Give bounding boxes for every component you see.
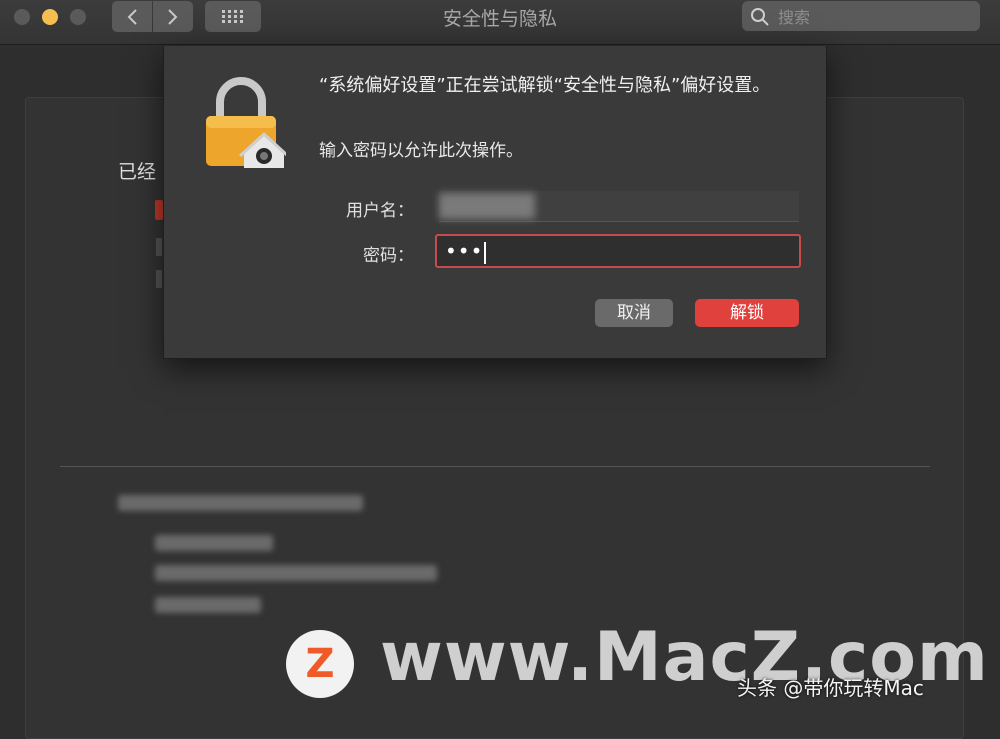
grid-icon [222, 9, 243, 23]
show-all-button[interactable] [205, 1, 261, 32]
blurred-text [155, 535, 273, 551]
lock-icon [206, 77, 286, 168]
watermark-logo-letter: Z [305, 641, 335, 687]
search-icon [751, 8, 769, 26]
blurred-username [439, 193, 535, 219]
text-caret [484, 241, 487, 264]
cancel-button[interactable]: 取消 [595, 299, 673, 327]
chevron-right-icon [168, 8, 178, 25]
zoom-window-button[interactable] [70, 9, 86, 25]
chevron-left-icon [127, 8, 137, 25]
blurred-text [155, 597, 261, 613]
title-bar: 安全性与隐私 [0, 0, 1000, 45]
minimize-window-button[interactable] [42, 9, 58, 25]
close-window-button[interactable] [14, 9, 30, 25]
password-field[interactable]: ••• [435, 234, 801, 268]
username-label: 用户名： [346, 201, 414, 221]
window-title: 安全性与隐私 [442, 8, 557, 30]
blurred-text [118, 495, 363, 511]
background-status-marker [155, 200, 163, 220]
forward-button[interactable] [153, 1, 193, 32]
password-label: 密码： [363, 246, 414, 266]
watermark-credit: 头条 @带你玩转Mac [737, 676, 924, 700]
background-option-marker [156, 270, 162, 288]
authentication-dialog: “系统偏好设置”正在尝试解锁“安全性与隐私”偏好设置。 输入密码以允许此次操作。… [163, 46, 827, 359]
background-partial-text: 已经 [118, 161, 157, 183]
search-field[interactable] [742, 1, 980, 31]
dialog-instruction: 输入密码以允许此次操作。 [319, 141, 523, 161]
watermark-logo: Z [286, 630, 354, 698]
password-dots: ••• [445, 239, 484, 263]
back-button[interactable] [112, 1, 152, 32]
search-input[interactable] [776, 4, 970, 30]
unlock-button[interactable]: 解锁 [695, 299, 799, 327]
background-option-marker [156, 238, 162, 256]
dialog-message: “系统偏好设置”正在尝试解锁“安全性与隐私”偏好设置。 [319, 75, 771, 96]
username-field[interactable] [439, 191, 799, 222]
blurred-text [155, 565, 437, 581]
section-divider [60, 466, 930, 467]
